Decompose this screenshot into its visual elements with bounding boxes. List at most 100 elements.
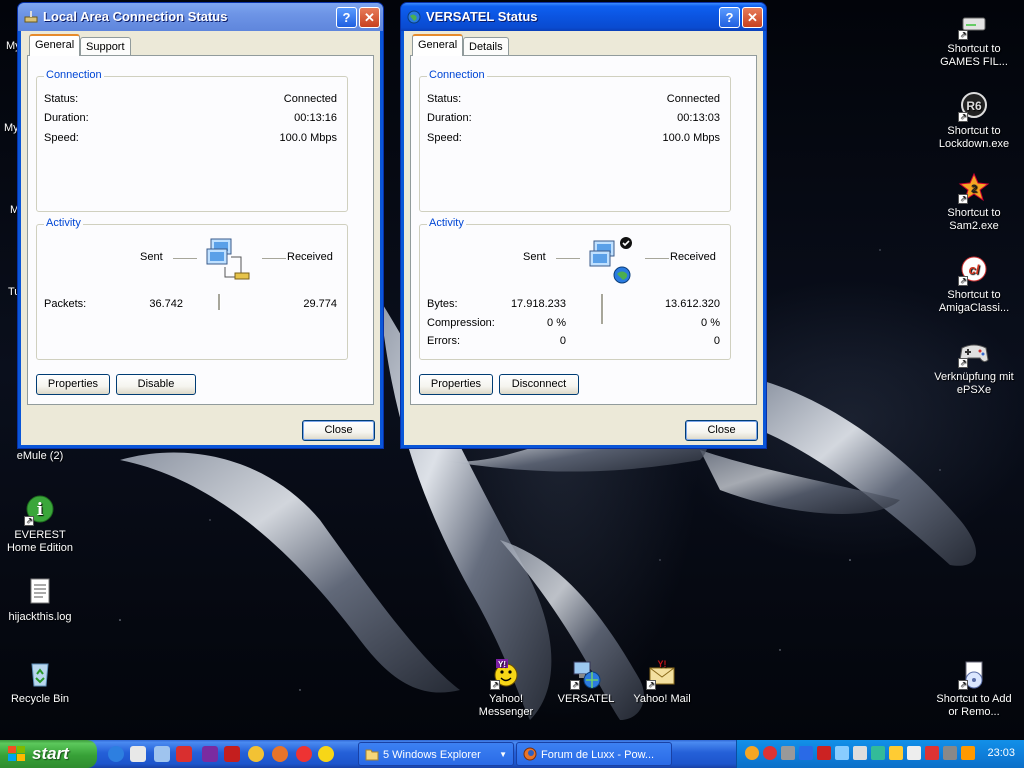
connection-group: Connection Status: Connected Duration: 0… xyxy=(36,69,348,212)
desktop-icon-yahoo-mail[interactable]: Y! ↗ Yahoo! Mail xyxy=(622,658,702,706)
desktop-icon-games-shortcut[interactable]: ↗ Shortcut to GAMES FIL... xyxy=(934,8,1014,69)
yahoo-messenger-icon: Y! ↗ xyxy=(490,658,522,690)
bytes-label: Bytes: xyxy=(427,298,458,310)
received-label: Received xyxy=(670,251,716,263)
tray-shield-icon[interactable] xyxy=(817,746,831,760)
compression-label: Compression: xyxy=(427,317,495,329)
divider xyxy=(173,258,197,259)
tray-app-icon[interactable] xyxy=(889,746,903,760)
status-value: Connected xyxy=(283,93,337,105)
desktop-icon-versatel[interactable]: ↗ VERSATEL xyxy=(546,658,626,706)
tray-app-icon[interactable] xyxy=(745,746,759,760)
add-remove-programs-icon: ↗ xyxy=(958,658,990,690)
tray-network-icon[interactable] xyxy=(835,746,849,760)
tray-app-icon[interactable] xyxy=(907,746,921,760)
tray-app-icon[interactable] xyxy=(799,746,813,760)
ie-icon[interactable] xyxy=(108,746,124,762)
network-connection-icon xyxy=(24,11,38,23)
globe-icon xyxy=(407,10,421,24)
tray-app-icon[interactable] xyxy=(925,746,939,760)
clock[interactable]: 23:03 xyxy=(987,747,1015,759)
tray-app-icon[interactable] xyxy=(961,746,975,760)
svg-text:i: i xyxy=(37,500,44,520)
app-icon[interactable] xyxy=(248,746,264,762)
window-titlebar[interactable]: Local Area Connection Status ? ✕ xyxy=(18,3,383,31)
desktop-icon-label: Yahoo! Mail xyxy=(633,693,691,705)
compression-received-value: 0 % xyxy=(701,317,720,329)
tray-app-icon[interactable] xyxy=(871,746,885,760)
app-icon[interactable] xyxy=(176,746,192,762)
window-body: General Support Connection Status: Conne… xyxy=(21,31,380,445)
tray-app-icon[interactable] xyxy=(943,746,957,760)
desktop-icon-hijackthis[interactable]: hijackthis.log xyxy=(0,576,80,624)
window-body: General Details Connection Status: Conne… xyxy=(404,31,763,445)
app-icon[interactable] xyxy=(202,746,218,762)
lan-status-window[interactable]: Local Area Connection Status ? ✕ General… xyxy=(17,2,384,449)
firefox-icon[interactable] xyxy=(272,746,288,762)
firefox-icon xyxy=(523,747,537,761)
app-icon[interactable] xyxy=(224,746,240,762)
tab-panel: Connection Status: Connected Duration: 0… xyxy=(27,55,374,405)
packets-received-value: 29.774 xyxy=(303,298,337,310)
taskbar-item-explorer[interactable]: 5 Windows Explorer ▼ xyxy=(358,742,514,766)
desktop-icon-label: eMule (2) xyxy=(16,450,64,462)
close-window-button[interactable]: ✕ xyxy=(359,7,380,28)
tab-general[interactable]: General xyxy=(412,34,464,56)
close-button[interactable]: Close xyxy=(302,420,375,441)
disable-button[interactable]: Disable xyxy=(116,374,196,395)
close-window-button[interactable]: ✕ xyxy=(742,7,763,28)
close-button[interactable]: Close xyxy=(685,420,758,441)
folder-icon xyxy=(365,749,379,761)
amiga-icon: cl ↗ xyxy=(958,254,990,286)
tray-app-icon[interactable] xyxy=(853,746,867,760)
group-title: Connection xyxy=(427,69,487,81)
everest-info-icon: i ↗ xyxy=(24,494,56,526)
compression-sent-value: 0 % xyxy=(547,317,566,329)
app-icon[interactable] xyxy=(318,746,334,762)
r6-icon: R6 ↗ xyxy=(958,90,990,122)
activity-group: Activity Sent Received Bytes: 17.918.233… xyxy=(419,217,731,360)
drive-icon: ↗ xyxy=(958,8,990,40)
tray-app-icon[interactable] xyxy=(763,746,777,760)
divider xyxy=(645,258,669,259)
taskbar-item-firefox[interactable]: Forum de Luxx - Pow... xyxy=(516,742,672,766)
status-label: Status: xyxy=(427,93,462,105)
app-icon[interactable] xyxy=(296,746,312,762)
errors-label: Errors: xyxy=(427,335,460,347)
desktop-icon-label: VERSATEL xyxy=(557,693,615,705)
desktop-icon-recycle-bin[interactable]: Recycle Bin xyxy=(0,658,80,706)
svg-text:cl: cl xyxy=(969,262,980,277)
chevron-down-icon: ▼ xyxy=(499,750,507,759)
recycle-bin-icon xyxy=(24,658,56,690)
window-titlebar[interactable]: VERSATEL Status ? ✕ xyxy=(401,3,766,31)
desktop-icon-yahoo-messenger[interactable]: Y! ↗ Yahoo! Messenger xyxy=(466,658,546,719)
disconnect-button[interactable]: Disconnect xyxy=(499,374,579,395)
desktop-icon-everest[interactable]: i ↗ EVEREST Home Edition xyxy=(0,494,80,555)
desktop-icon-sam2-shortcut[interactable]: 2 ↗ Shortcut to Sam2.exe xyxy=(934,172,1014,233)
tray-app-icon[interactable] xyxy=(781,746,795,760)
properties-button[interactable]: Properties xyxy=(36,374,110,395)
desktop-icon-add-remove-shortcut[interactable]: ↗ Shortcut to Add or Remo... xyxy=(934,658,1014,719)
properties-button[interactable]: Properties xyxy=(419,374,493,395)
packets-sent-value: 36.742 xyxy=(149,298,183,310)
show-desktop-icon[interactable] xyxy=(154,746,170,762)
yahoo-mail-icon: Y! ↗ xyxy=(646,658,678,690)
divider xyxy=(556,258,580,259)
desktop-icon-emule[interactable]: eMule (2) xyxy=(0,450,80,463)
broadband-activity-icon xyxy=(589,237,632,284)
speed-value: 100.0 Mbps xyxy=(662,132,720,144)
tab-details[interactable]: Details xyxy=(463,37,509,55)
tab-general[interactable]: General xyxy=(29,34,81,56)
desktop-icon-epsxe-shortcut[interactable]: ↗ Verknüpfung mit ePSXe xyxy=(934,336,1014,397)
media-player-icon[interactable] xyxy=(130,746,146,762)
taskbar: start 5 Windows Explorer ▼ Forum de Luxx… xyxy=(0,740,1024,768)
tab-support[interactable]: Support xyxy=(80,37,131,55)
divider xyxy=(601,294,604,324)
start-button[interactable]: start xyxy=(0,740,97,768)
desktop-icon-amiga-shortcut[interactable]: cl ↗ Shortcut to AmigaClassi... xyxy=(934,254,1014,315)
help-button[interactable]: ? xyxy=(336,7,357,28)
packets-label: Packets: xyxy=(44,298,87,310)
desktop-icon-lockdown-shortcut[interactable]: R6 ↗ Shortcut to Lockdown.exe xyxy=(934,90,1014,151)
versatel-status-window[interactable]: VERSATEL Status ? ✕ General Details Conn… xyxy=(400,2,767,449)
help-button[interactable]: ? xyxy=(719,7,740,28)
